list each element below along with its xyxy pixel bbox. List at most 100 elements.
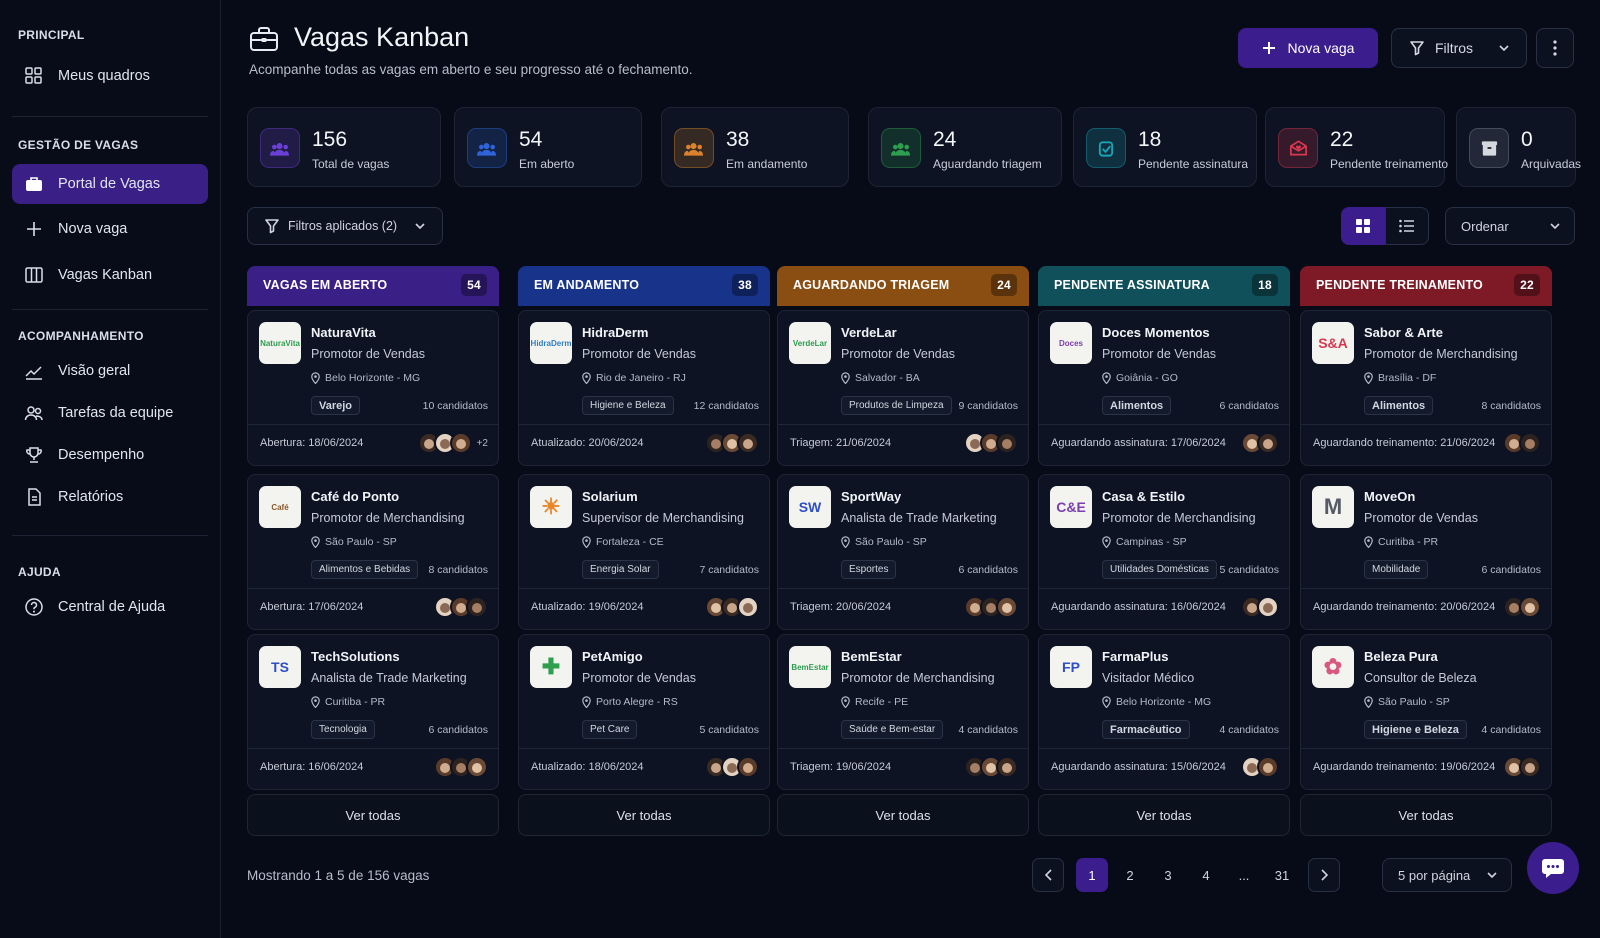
avatar xyxy=(737,756,759,778)
job-card[interactable]: TS TechSolutions Analista de Trade Marketi… xyxy=(247,634,499,790)
column-count: 24 xyxy=(991,274,1017,296)
sidebar: PRINCIPAL Meus quadros GESTÃO DE VAGAS Port… xyxy=(0,0,221,938)
company-name: Sabor & Arte xyxy=(1364,325,1443,340)
candidate-avatars xyxy=(434,596,488,618)
see-all-button[interactable]: Ver todas xyxy=(518,794,770,836)
stat-card-pending-training[interactable]: 22 Pendente treinamento xyxy=(1265,107,1448,187)
column-header: VAGAS EM ABERTO 54 xyxy=(247,266,499,306)
job-card[interactable]: M MoveOn Promotor de Vendas Curitiba - PR Mo… xyxy=(1300,474,1552,630)
list-view-button[interactable] xyxy=(1385,207,1429,245)
sidebar-item-vagas-kanban[interactable]: Vagas Kanban xyxy=(12,255,208,295)
category-tag: Esportes xyxy=(841,560,897,579)
page-31-button[interactable]: 31 xyxy=(1266,858,1298,892)
company-name: FarmaPlus xyxy=(1102,649,1169,664)
see-all-button[interactable]: Ver todas xyxy=(1038,794,1290,836)
stat-card-pending-signature[interactable]: 18 Pendente assinatura xyxy=(1073,107,1257,187)
job-card[interactable]: NaturaVita NaturaVita Promotor de Vendas Be… xyxy=(247,310,499,466)
card-divider xyxy=(778,588,1028,589)
company-logo: TS xyxy=(259,646,301,688)
location-pin-icon xyxy=(1102,536,1111,548)
location-text: Recife - PE xyxy=(855,696,909,708)
trophy-icon xyxy=(24,445,44,465)
location-pin-icon xyxy=(582,696,591,708)
sidebar-item-portal-de-vagas[interactable]: Portal de Vagas xyxy=(12,164,208,204)
job-card[interactable]: VerdeLar VerdeLar Promotor de Vendas Salvad… xyxy=(777,310,1029,466)
stat-card-archived[interactable]: 0 Arquivadas xyxy=(1456,107,1581,187)
candidate-count: 12 candidatos xyxy=(693,400,759,412)
sidebar-item-nova-vaga[interactable]: Nova vaga xyxy=(12,209,208,249)
job-card[interactable]: C&E Casa & Estilo Promotor de Merchandisin… xyxy=(1038,474,1290,630)
stat-card-awaiting-screening[interactable]: 24 Aguardando triagem xyxy=(868,107,1062,187)
avatar xyxy=(996,756,1018,778)
card-date: Abertura: 18/06/2024 xyxy=(260,437,364,449)
job-card[interactable]: HidraDerm HidraDerm Promotor de Vendas Rio … xyxy=(518,310,770,466)
page-1-button[interactable]: 1 xyxy=(1076,858,1108,892)
sidebar-section-title: ACOMPANHAMENTO xyxy=(18,329,144,343)
avatar xyxy=(1519,596,1541,618)
category-tag: Energia Solar xyxy=(582,560,659,579)
chat-support-button[interactable] xyxy=(1527,842,1579,894)
see-all-button[interactable]: Ver todas xyxy=(1300,794,1552,836)
job-card[interactable]: FP FarmaPlus Visitador Médico Belo Horizont… xyxy=(1038,634,1290,790)
stat-card-in-progress[interactable]: 38 Em andamento xyxy=(661,107,849,187)
page-2-button[interactable]: 2 xyxy=(1114,858,1146,892)
sidebar-item-label: Nova vaga xyxy=(58,221,128,237)
job-card[interactable]: Café Café do Ponto Promotor de Merchandisi… xyxy=(247,474,499,630)
stat-card-open[interactable]: 54 Em aberto xyxy=(454,107,642,187)
sidebar-item-label: Desempenho xyxy=(58,447,145,463)
sidebar-item-central-de-ajuda[interactable]: Central de Ajuda xyxy=(12,587,208,627)
job-card[interactable]: ✿ Beleza Pura Consultor de Beleza São Paulo… xyxy=(1300,634,1552,790)
new-job-button[interactable]: Nova vaga xyxy=(1238,28,1378,68)
location-pin-icon xyxy=(841,536,850,548)
company-name: NaturaVita xyxy=(311,325,376,340)
page-4-button[interactable]: 4 xyxy=(1190,858,1222,892)
plus-icon xyxy=(24,219,44,239)
job-card[interactable]: Doces Doces Momentos Promotor de Vendas Goi… xyxy=(1038,310,1290,466)
chart-line-icon xyxy=(24,361,44,381)
job-card[interactable]: SW SportWay Analista de Trade Marketing São… xyxy=(777,474,1029,630)
card-date: Aguardando assinatura: 16/06/2024 xyxy=(1051,601,1226,613)
candidate-avatars xyxy=(1241,756,1279,778)
stat-value: 22 xyxy=(1330,128,1354,151)
see-all-button[interactable]: Ver todas xyxy=(247,794,499,836)
location-text: Belo Horizonte - MG xyxy=(325,372,421,384)
candidate-count: 6 candidatos xyxy=(1219,400,1279,412)
sidebar-item-meus-quadros[interactable]: Meus quadros xyxy=(12,56,208,96)
kanban-column: PENDENTE TREINAMENTO 22 S&A Sabor & Arte Pro… xyxy=(1300,266,1552,836)
category-tag: Pet Care xyxy=(582,720,638,739)
sidebar-item-vis-o-geral[interactable]: Visão geral xyxy=(12,351,208,391)
applied-filters-label: Filtros aplicados (2) xyxy=(288,219,398,233)
prev-page-button[interactable] xyxy=(1032,858,1064,892)
sidebar-item-relat-rios[interactable]: Relatórios xyxy=(12,477,208,517)
applied-filters-dropdown[interactable]: Filtros aplicados (2) xyxy=(247,207,443,245)
location-pin-icon xyxy=(1102,696,1111,708)
sidebar-item-tarefas-da-equipe[interactable]: Tarefas da equipe xyxy=(12,393,208,433)
per-page-select[interactable]: 5 por página xyxy=(1382,858,1512,892)
card-divider xyxy=(778,748,1028,749)
stat-icon xyxy=(881,128,921,168)
stat-icon xyxy=(674,128,714,168)
see-all-button[interactable]: Ver todas xyxy=(777,794,1029,836)
company-name: PetAmigo xyxy=(582,649,643,664)
job-card[interactable]: ✚ PetAmigo Promotor de Vendas Porto Alegre … xyxy=(518,634,770,790)
filters-button[interactable]: Filtros xyxy=(1391,28,1527,68)
page-3-button[interactable]: 3 xyxy=(1152,858,1184,892)
grid-view-button[interactable] xyxy=(1341,207,1385,245)
candidate-avatars xyxy=(1241,432,1279,454)
job-role: Supervisor de Merchandising xyxy=(582,511,744,525)
page-title: Vagas Kanban xyxy=(294,22,470,52)
location-text: Belo Horizonte - MG xyxy=(1116,696,1212,708)
next-page-button[interactable] xyxy=(1308,858,1340,892)
sidebar-item-desempenho[interactable]: Desempenho xyxy=(12,435,208,475)
company-logo: ☀ xyxy=(530,486,572,528)
job-card[interactable]: ☀ Solarium Supervisor de Merchandising Fort… xyxy=(518,474,770,630)
job-card[interactable]: S&A Sabor & Arte Promotor de Merchandising… xyxy=(1300,310,1552,466)
main-content: Vagas Kanban Acompanhe todas as vagas em… xyxy=(221,0,1600,938)
more-options-button[interactable] xyxy=(1536,28,1574,68)
category-tag: Alimentos xyxy=(1102,396,1172,415)
stat-card-total[interactable]: 156 Total de vagas xyxy=(247,107,441,187)
job-card[interactable]: BemEstar BemEstar Promotor de Merchandisin… xyxy=(777,634,1029,790)
job-location: Curitiba - PR xyxy=(1364,536,1438,548)
sort-dropdown[interactable]: Ordenar xyxy=(1445,207,1575,245)
stat-value: 0 xyxy=(1521,128,1533,151)
